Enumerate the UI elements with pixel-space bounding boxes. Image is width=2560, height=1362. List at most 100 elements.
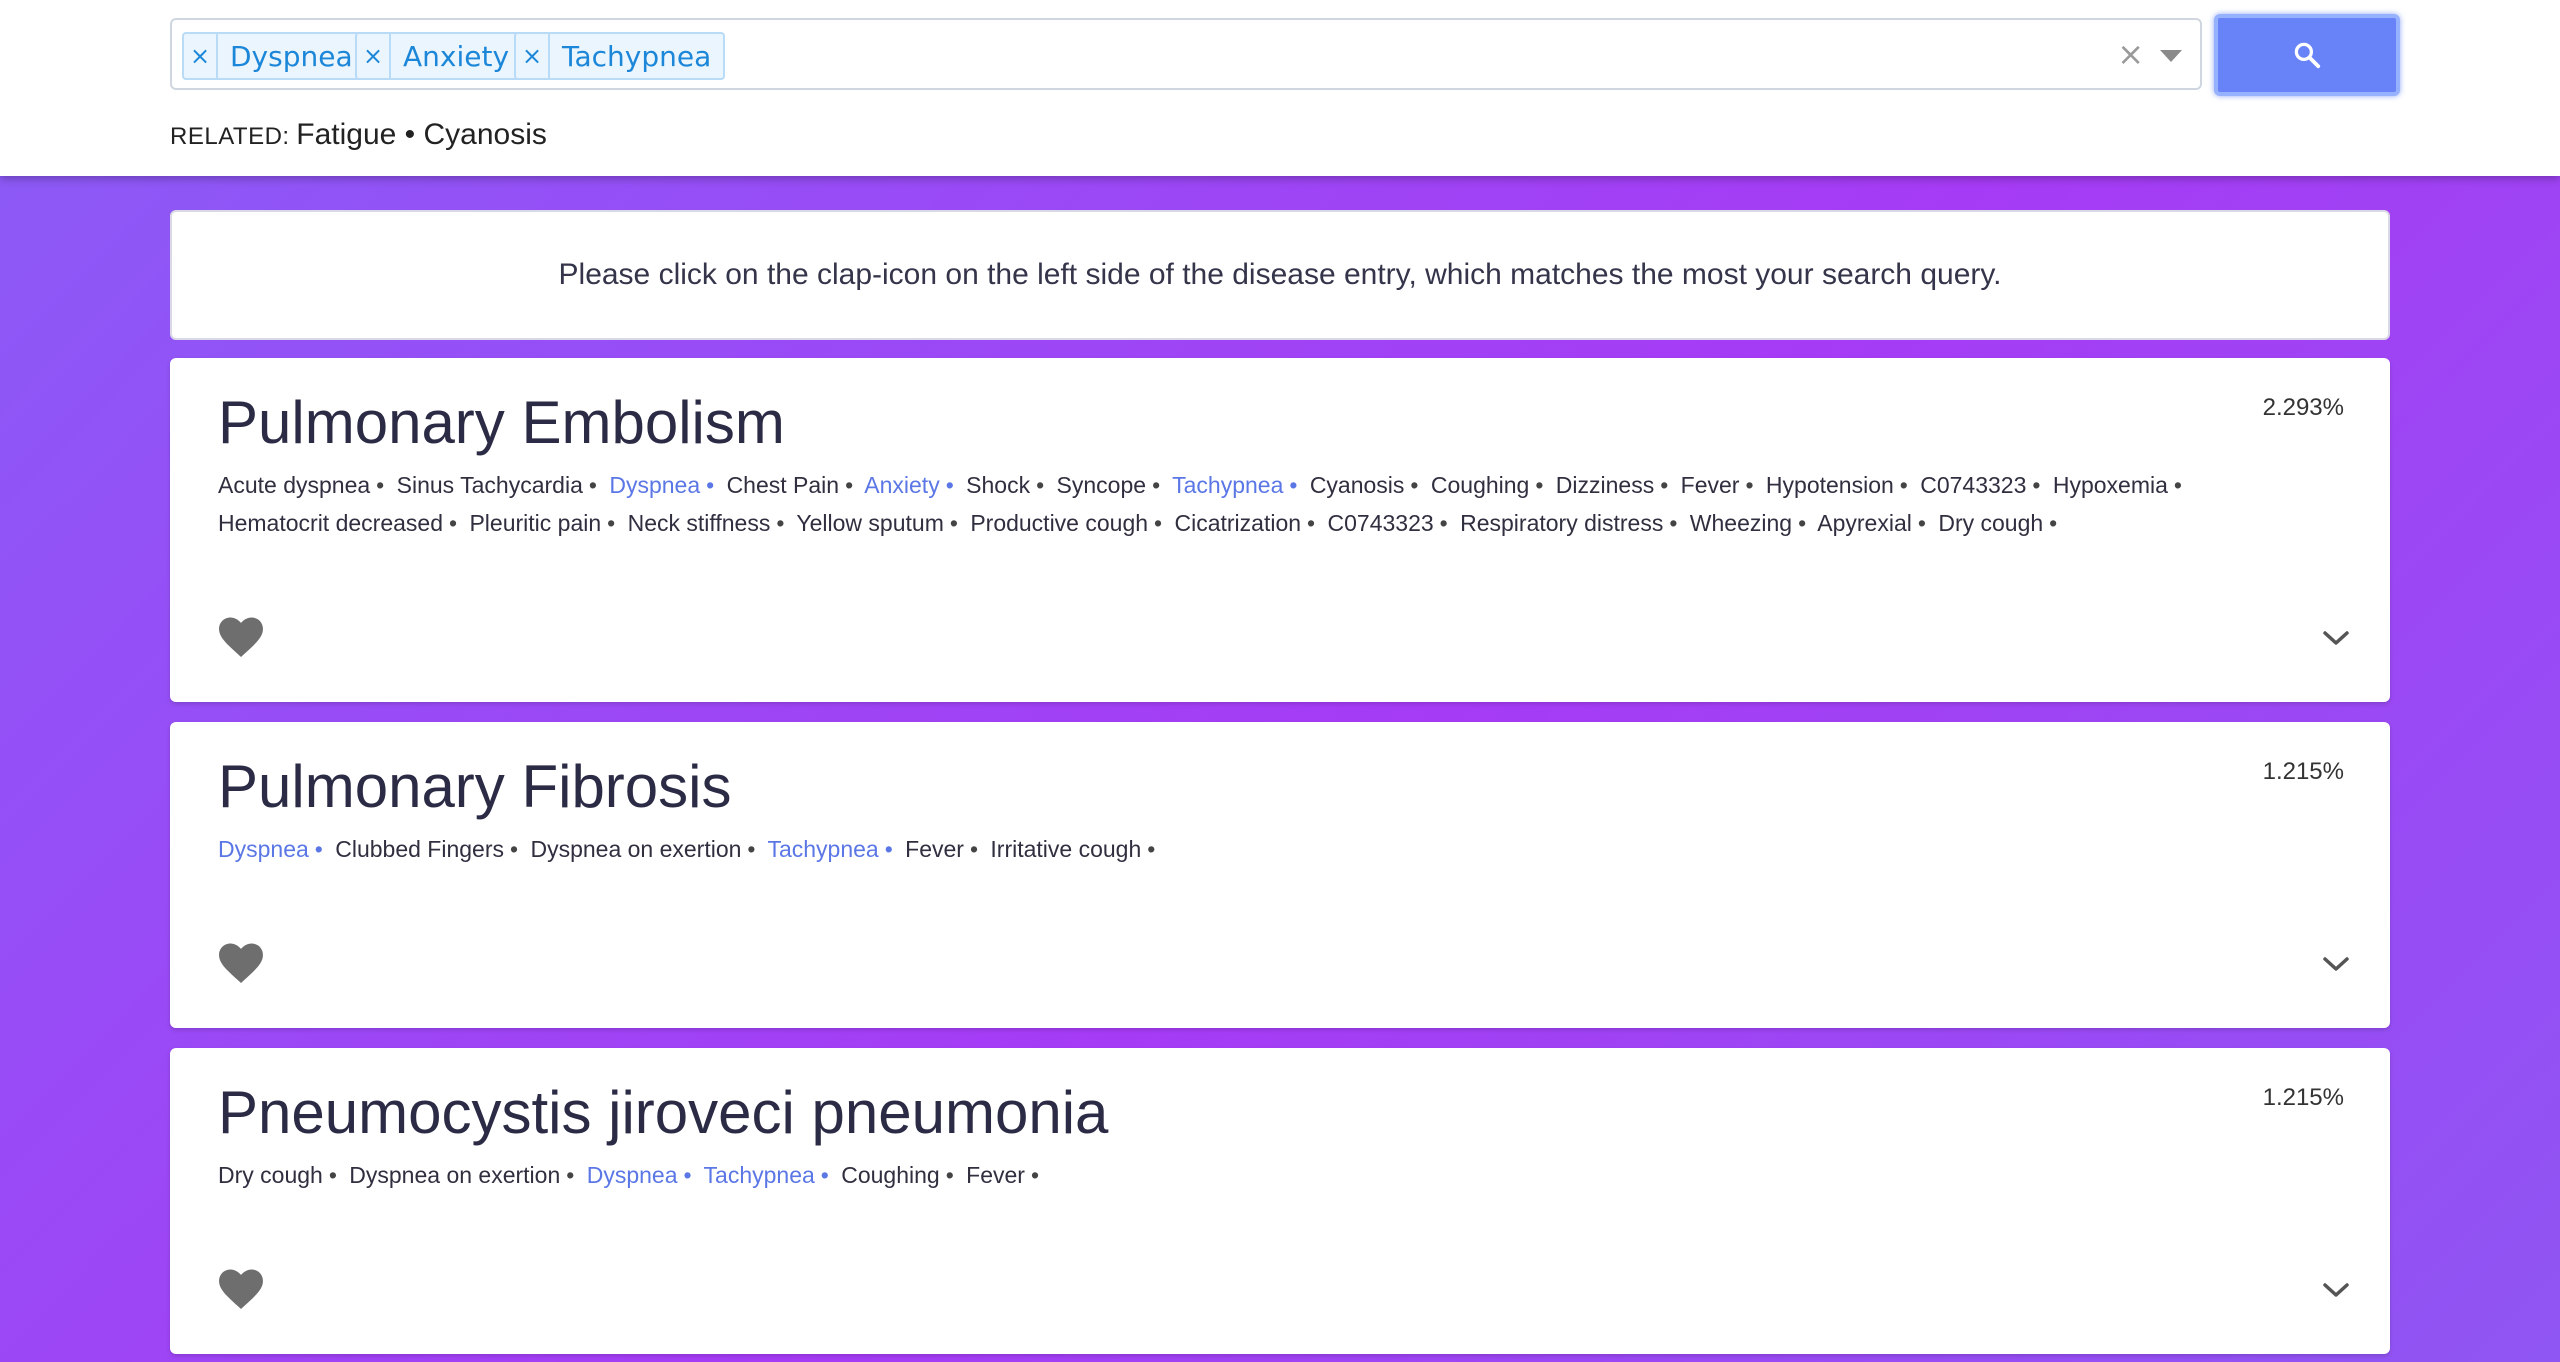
symptom-separator: •	[1535, 472, 1544, 498]
symptom-separator: •	[510, 836, 519, 862]
symptom-list: Acute dyspnea • Sinus Tachycardia • Dyspne…	[218, 466, 2190, 542]
symptom-item: Fever	[966, 1162, 1025, 1188]
related-label: RELATED:	[170, 123, 290, 150]
search-icon	[2294, 42, 2321, 69]
symptom-separator: •	[328, 1162, 337, 1188]
symptom-separator: •	[449, 510, 458, 536]
symptom-separator: •	[949, 510, 958, 536]
result-card: Pneumocystis jiroveci pneumonia 1.215% D…	[170, 1048, 2390, 1354]
symptom-separator: •	[1152, 472, 1161, 498]
symptom-item: Dyspnea	[218, 836, 309, 862]
instruction-text: Please click on the clap-icon on the lef…	[558, 258, 2002, 291]
symptom-item: Pleuritic pain	[469, 510, 602, 536]
symptom-separator: •	[1410, 472, 1419, 498]
symptom-item: C0743323	[1327, 510, 1434, 536]
symptom-separator: •	[683, 1162, 692, 1188]
symptom-separator: •	[747, 836, 756, 862]
symptom-item: Hypoxemia	[2052, 472, 2168, 498]
symptom-separator: •	[2049, 510, 2058, 536]
symptom-item: Sinus Tachycardia	[396, 472, 583, 498]
symptom-list: Dry cough • Dyspnea on exertion • Dyspnea •…	[218, 1156, 2190, 1194]
symptom-separator: •	[1036, 472, 1045, 498]
symptom-item: Dry cough	[218, 1162, 323, 1188]
symptom-separator: •	[1660, 472, 1669, 498]
match-score: 1.215%	[2262, 1084, 2344, 1111]
clear-icon[interactable]: ×	[2117, 38, 2144, 70]
symptom-item: Dyspnea on exertion	[530, 836, 742, 862]
symptom-separator: •	[1798, 510, 1807, 536]
symptom-item: Productive cough	[970, 510, 1149, 536]
symptom-item: Syncope	[1056, 472, 1147, 498]
symptom-item: Fever	[1680, 472, 1740, 498]
symptom-separator: •	[1917, 510, 1926, 536]
symptom-list: Dyspnea • Clubbed Fingers • Dyspnea on exe…	[218, 830, 2190, 868]
tag-dyspnea: × Dyspnea	[182, 32, 367, 80]
symptom-separator: •	[969, 836, 979, 862]
symptom-separator: •	[566, 1162, 575, 1188]
search-header: × Dyspnea × Anxiety × Tachypnea × RELATE…	[0, 0, 2560, 176]
symptom-item: Chest Pain	[726, 472, 840, 498]
symptom-separator: •	[845, 472, 854, 498]
symptom-separator: •	[945, 472, 954, 498]
disease-title[interactable]: Pneumocystis jiroveci pneumonia	[218, 1078, 1108, 1147]
symptom-item: Anxiety	[864, 472, 940, 498]
dropdown-arrow-icon[interactable]	[2160, 50, 2182, 62]
symptom-item: Dizziness	[1555, 472, 1655, 498]
symptom-item: Apyrexial	[1817, 510, 1912, 536]
symptom-item: Respiratory distress	[1460, 510, 1664, 536]
result-card: Pulmonary Fibrosis 1.215% Dyspnea • Clubb…	[170, 722, 2390, 1028]
match-score: 1.215%	[2262, 758, 2344, 785]
symptom-item: Acute dyspnea	[218, 472, 371, 498]
symptom-item: Coughing	[1430, 472, 1530, 498]
symptom-separator: •	[820, 1162, 829, 1188]
tag-anxiety: × Anxiety	[355, 32, 524, 80]
symptom-item: Hematocrit decreased	[218, 510, 443, 536]
symptom-item: Clubbed Fingers	[335, 836, 504, 862]
chevron-down-icon[interactable]	[2322, 1280, 2350, 1300]
symptom-item: Dry cough	[1938, 510, 2044, 536]
symptom-separator: •	[2032, 472, 2041, 498]
symptom-separator: •	[2173, 472, 2182, 498]
symptom-separator: •	[1154, 510, 1163, 536]
symptom-separator: •	[588, 472, 597, 498]
search-button[interactable]	[2214, 14, 2400, 96]
symptom-item: Tachypnea	[1172, 472, 1284, 498]
symptom-item: Cicatrization	[1174, 510, 1302, 536]
symptom-separator: •	[1745, 472, 1754, 498]
symptom-separator: •	[1289, 472, 1298, 498]
remove-tag-icon[interactable]: ×	[516, 34, 550, 78]
symptom-separator: •	[945, 1162, 954, 1188]
symptom-item: Fever	[905, 836, 964, 862]
disease-title[interactable]: Pulmonary Embolism	[218, 388, 785, 457]
symptom-item: C0743323	[1920, 472, 2027, 498]
symptom-separator: •	[884, 836, 893, 862]
chevron-down-icon[interactable]	[2322, 628, 2350, 648]
symptom-search-box[interactable]: × Dyspnea × Anxiety × Tachypnea ×	[170, 18, 2202, 90]
symptom-item: Tachypnea	[703, 1162, 815, 1188]
symptom-separator: •	[1030, 1162, 1040, 1188]
tag-label: Tachypnea	[562, 39, 712, 73]
chevron-down-icon[interactable]	[2322, 954, 2350, 974]
symptom-item: Shock	[966, 472, 1031, 498]
symptom-separator: •	[314, 836, 323, 862]
symptom-item: Dyspnea	[586, 1162, 678, 1188]
symptom-item: Wheezing	[1689, 510, 1793, 536]
instruction-box: Please click on the clap-icon on the lef…	[170, 210, 2390, 340]
heart-icon[interactable]	[218, 616, 264, 658]
symptom-separator: •	[706, 472, 715, 498]
symptom-separator: •	[1147, 836, 1156, 862]
match-score: 2.293%	[2262, 394, 2344, 421]
heart-icon[interactable]	[218, 1268, 264, 1310]
symptom-separator: •	[776, 510, 785, 536]
tag-label: Anxiety	[403, 39, 510, 73]
symptom-item: Coughing	[841, 1162, 940, 1188]
symptom-separator: •	[376, 472, 385, 498]
remove-tag-icon[interactable]: ×	[184, 34, 218, 78]
disease-title[interactable]: Pulmonary Fibrosis	[218, 752, 732, 821]
symptom-separator: •	[1307, 510, 1316, 536]
remove-tag-icon[interactable]: ×	[357, 34, 391, 78]
symptom-separator: •	[607, 510, 616, 536]
heart-icon[interactable]	[218, 942, 264, 984]
related-items[interactable]: Fatigue • Cyanosis	[296, 118, 547, 151]
tag-tachypnea: × Tachypnea	[514, 32, 726, 80]
